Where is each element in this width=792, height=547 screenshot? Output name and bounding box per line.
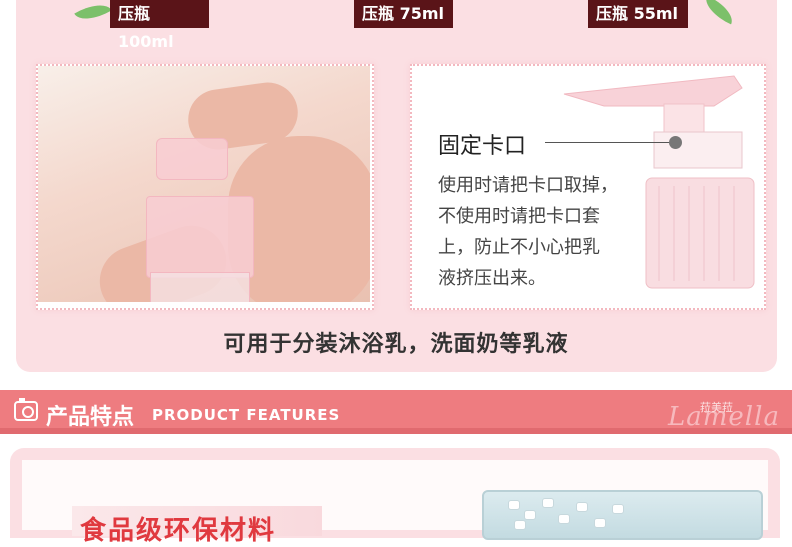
usage-caption: 可用于分装沐浴乳，洗面奶等乳液 [223, 332, 569, 357]
pellet [508, 500, 520, 510]
section-title: 产品特点 [46, 405, 135, 430]
bottle-neck [150, 272, 250, 302]
pump-head [156, 138, 228, 180]
pellet [612, 504, 624, 514]
pellet [594, 518, 606, 528]
pellet [514, 520, 526, 530]
pump-collar [146, 196, 254, 278]
camera-icon [14, 398, 38, 421]
material-pellets-image [482, 490, 763, 540]
feature-title: 食品级环保材料 [80, 516, 277, 546]
bottle-label-55ml: 压瓶 55ml [588, 0, 688, 28]
brand-logo-chinese: 菈美菈 [700, 401, 733, 414]
pump-stem [663, 103, 705, 135]
description-line: 上，防止不小心把乳 [438, 237, 600, 258]
lock-clip [653, 131, 743, 169]
hand-pressing-pump-photo [38, 66, 370, 302]
lock-clip-title: 固定卡口 [438, 134, 527, 159]
description-line: 使用时请把卡口取掉， [438, 175, 618, 196]
section-subtitle: PRODUCT FEATURES [152, 406, 341, 424]
description-line: 不使用时请把卡口套 [438, 206, 600, 227]
pellet [524, 510, 536, 520]
lock-clip-description: 使用时请把卡口取掉， 不使用时请把卡口套 上，防止不小心把乳 液挤压出来。 [438, 170, 648, 294]
pellet [558, 514, 570, 524]
pointer-line [545, 142, 675, 143]
description-line: 液挤压出来。 [438, 268, 546, 289]
pump-nozzle [563, 75, 743, 107]
pump-collar [645, 177, 755, 289]
pellet [576, 502, 588, 512]
pointer-dot [669, 136, 682, 149]
bottle-label-75ml: 压瓶 75ml [354, 0, 453, 28]
pellet [542, 498, 554, 508]
bottle-label-100ml: 压瓶100ml [110, 0, 209, 51]
